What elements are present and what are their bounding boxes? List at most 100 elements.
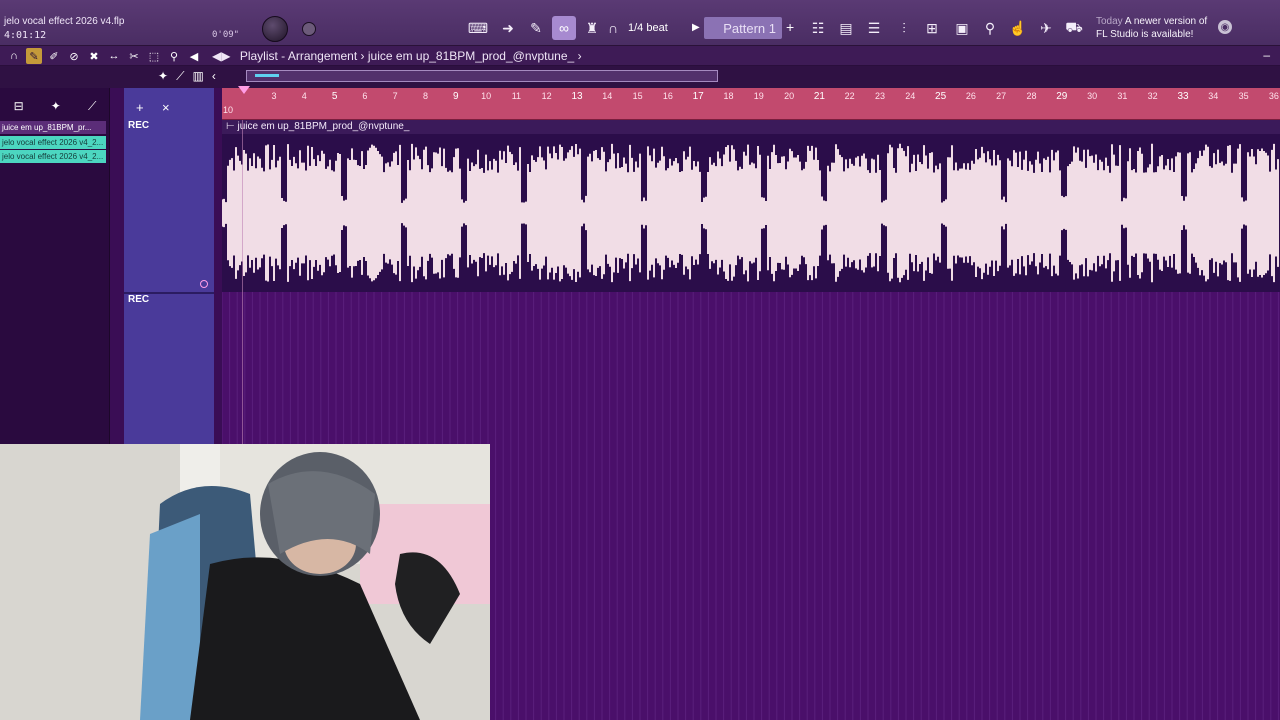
clip-waveform	[222, 143, 1279, 283]
ruler-bar-number: 34	[1208, 91, 1219, 101]
delete-tool-icon[interactable]: ⊘	[66, 48, 82, 64]
ruler-bar-number: 9	[453, 91, 459, 102]
audio-clip[interactable]: ⊢ juice em up_81BPM_prod_@nvptune_	[222, 120, 1280, 292]
main-toolbar: jelo vocal effect 2026 v4.flp 4:01:12 0'…	[0, 0, 1280, 46]
news-message-line-2: FL Studio is available!	[1096, 29, 1194, 40]
breadcrumb-end[interactable]: ›	[578, 49, 582, 63]
add-pattern-button[interactable]: +	[786, 19, 794, 35]
fl-studio-window: jelo vocal effect 2026 v4.flp 4:01:12 0'…	[0, 0, 1280, 720]
track-2-rec-label[interactable]: REC	[128, 294, 149, 305]
help-icon[interactable]: ✈	[1034, 16, 1058, 40]
ruler-bar-number: 5	[331, 91, 338, 102]
picker-tools: ⊟ ✦ ⟋	[0, 96, 110, 116]
paint-tool-icon[interactable]: ✐	[46, 48, 62, 64]
song-position: 0'09"	[212, 30, 240, 40]
project-name: jelo vocal effect 2026 v4.flp	[4, 16, 125, 27]
news-panel[interactable]: Today A newer version of FL Studio is av…	[1096, 15, 1207, 41]
track-1-rec-label[interactable]: REC	[128, 120, 149, 131]
slip-tool-icon[interactable]: ↔	[106, 48, 122, 64]
magnet-icon[interactable]: ∩	[6, 48, 22, 64]
picker-panel: ⊟ ✦ ⟋ juice em up_81BPM_pr... jelo vocal…	[0, 88, 110, 444]
playlist-title: Playlist - Arrangement	[239, 49, 358, 63]
mute-tool-icon[interactable]: ✖	[86, 48, 102, 64]
playback-start-marker[interactable]	[238, 86, 250, 94]
ruler-bar-number: 13	[571, 91, 583, 102]
stretch-icon[interactable]: ⟋	[176, 69, 184, 84]
channel-rack-icon[interactable]: ☰	[862, 16, 886, 40]
step-edit-arrow-icon[interactable]: ➜	[496, 16, 520, 40]
master-pitch-knob[interactable]	[302, 22, 316, 36]
shop-cart-icon[interactable]: ⛟	[1062, 16, 1086, 40]
detach-icon[interactable]: ▥	[192, 69, 203, 84]
typing-keyboard-icon[interactable]: ⌨	[466, 16, 490, 40]
breadcrumb-separator: ›	[360, 49, 365, 63]
ruler-bar-number: 14	[602, 91, 613, 101]
loop-start-label: 10	[222, 105, 234, 115]
ruler-bar-number: 29	[1056, 91, 1068, 102]
breadcrumb-clip[interactable]: juice em up_81BPM_prod_@nvptune_	[368, 49, 574, 63]
minimize-icon[interactable]: –	[1263, 48, 1270, 62]
webcam-overlay	[0, 444, 490, 720]
ruler-bar-number: 27	[996, 91, 1007, 101]
horizontal-scrollbar[interactable]	[246, 70, 718, 82]
clip-title: ⊢ juice em up_81BPM_prod_@nvptune_	[222, 120, 1280, 134]
playlist-header: ∩ ✎ ✐ ⊘ ✖ ↔ ✂ ⬚ ⚲ ◀ ◀▶ Playlist - Arrang…	[0, 46, 1280, 66]
snap-arrow-icon[interactable]: ▶	[692, 22, 700, 33]
ruler-bar-number: 35	[1238, 91, 1249, 101]
playlist-icon[interactable]: ☷	[806, 16, 830, 40]
link-icon[interactable]: ∞	[552, 16, 576, 40]
playlist-play-icon[interactable]: ◀▶	[212, 49, 230, 63]
snap-selector[interactable]: 1/4 beat	[628, 22, 668, 34]
ruler-bar-number: 28	[1026, 91, 1037, 101]
zoom-tool-icon[interactable]: ⚲	[166, 48, 182, 64]
ruler-bar-number: 8	[422, 91, 429, 101]
touch-controller-icon[interactable]: ☝	[1006, 16, 1030, 40]
picker-edit-icon[interactable]: ⟋	[88, 99, 96, 114]
piano-roll-icon[interactable]: ▤	[834, 16, 858, 40]
timeline-ruler[interactable]: 10 3 4 5 6 7 8 9 10 11 12 13 14 15 16 17 18 19 20 21 22 23 24…	[222, 86, 1280, 120]
picker-item-clip[interactable]: jelo vocal effect 2026 v4_2...	[0, 150, 106, 163]
delete-track-button[interactable]: ×	[162, 100, 170, 115]
lock-icon[interactable]: ∩	[606, 16, 620, 40]
ruler-bar-number: 26	[965, 91, 976, 101]
waveform-view-icon[interactable]: ✦	[158, 69, 168, 84]
ruler-bar-number: 31	[1117, 91, 1128, 101]
clipboard-icon[interactable]: ▣	[950, 16, 974, 40]
waveform-path	[222, 143, 1279, 283]
ruler-bar-number: 7	[392, 91, 398, 101]
clip-menu-icon[interactable]: ⊢	[226, 121, 238, 132]
navigation-row: ✦ ⟋ ▥ ‹	[0, 66, 1280, 88]
add-track-button[interactable]: +	[136, 100, 144, 115]
picker-item-audio[interactable]: juice em up_81BPM_pr...	[0, 121, 106, 134]
draw-tool-icon[interactable]: ✎	[26, 48, 42, 64]
metronome-icon[interactable]: ♜	[580, 16, 604, 40]
plugin-picker-icon[interactable]: ⚲	[978, 16, 1002, 40]
ruler-bar-number: 24	[905, 91, 916, 101]
playback-tool-icon[interactable]: ◀	[186, 48, 202, 64]
news-date: Today	[1096, 16, 1123, 27]
project-time: 4:01:12	[4, 30, 47, 41]
scroll-left-icon[interactable]: ‹	[212, 69, 216, 84]
slice-tool-icon[interactable]: ✂	[126, 48, 142, 64]
scroll-position-indicator[interactable]	[255, 74, 279, 77]
picker-list-icon[interactable]: ⊟	[14, 99, 24, 113]
ruler-bar-number: 20	[784, 91, 795, 101]
ruler-bar-number: 32	[1147, 91, 1158, 101]
ruler-bar-number: 10	[481, 91, 492, 101]
paint-brush-icon[interactable]: ✎	[524, 16, 548, 40]
track-1-record-dot[interactable]	[200, 280, 208, 288]
mixer-icon[interactable]: ⫶	[892, 16, 916, 40]
ruler-bar-number: 6	[362, 91, 368, 101]
ruler-bar-number: 23	[874, 91, 886, 101]
master-volume-knob[interactable]	[262, 16, 288, 42]
select-tool-icon[interactable]: ⬚	[146, 48, 162, 64]
ruler-bar-number: 16	[662, 91, 673, 101]
picker-item-clip[interactable]: jelo vocal effect 2026 v4_2...	[0, 136, 106, 149]
ruler-bar-number: 4	[301, 91, 307, 101]
browser-icon[interactable]: ⊞	[920, 16, 944, 40]
picker-wave-icon[interactable]: ✦	[51, 99, 61, 113]
nav-icons: ✦ ⟋ ▥ ‹	[158, 69, 216, 84]
globe-icon[interactable]: ◉	[1218, 20, 1232, 34]
ruler-bar-number: 15	[632, 91, 643, 101]
pattern-selector[interactable]: Pattern 1	[704, 17, 782, 39]
